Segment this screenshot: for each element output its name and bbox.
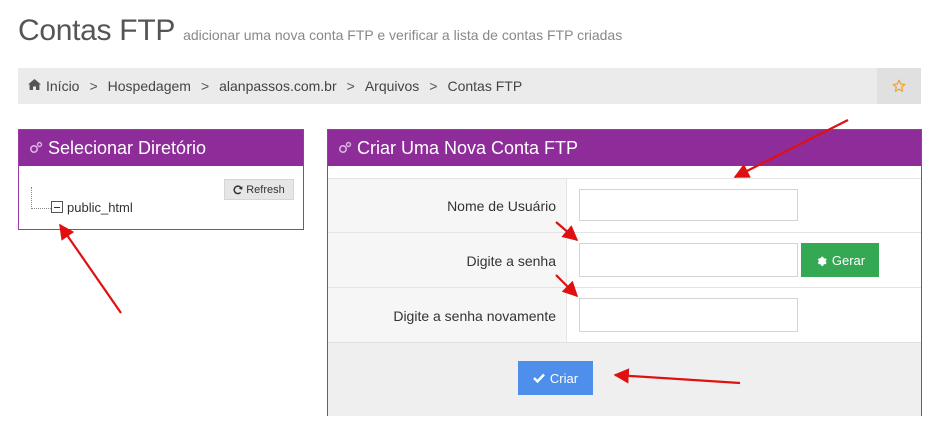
generate-label: Gerar — [831, 252, 866, 268]
breadcrumb-separator: > — [346, 78, 355, 94]
breadcrumb-separator: > — [429, 78, 438, 94]
username-input[interactable] — [579, 189, 798, 221]
breadcrumb-item-arquivos[interactable]: Arquivos — [365, 78, 419, 94]
directory-tree: public_html — [31, 187, 211, 221]
password-confirm-label: Digite a senha novamente — [328, 288, 567, 343]
home-icon — [28, 79, 41, 90]
password-row: Digite a senha Gerar — [328, 232, 921, 288]
check-icon — [533, 373, 545, 383]
breadcrumb: Início > Hospedagem > alanpassos.com.br … — [18, 68, 921, 104]
username-label: Nome de Usuário — [328, 179, 567, 233]
refresh-icon — [233, 184, 243, 194]
page-title: Contas FTP — [18, 14, 176, 47]
password-confirm-row: Digite a senha novamente — [328, 287, 921, 343]
password-confirm-input[interactable] — [579, 298, 798, 332]
star-icon — [892, 79, 906, 92]
annotation-arrow — [59, 223, 122, 314]
breadcrumb-item-contas-ftp: Contas FTP — [447, 78, 523, 94]
breadcrumb-item-inicio[interactable]: Início — [28, 78, 79, 94]
form-footer: Criar — [328, 342, 921, 416]
refresh-button[interactable]: Refresh — [224, 179, 294, 200]
create-ftp-panel-header: Criar Uma Nova Conta FTP — [328, 130, 921, 166]
create-label: Criar — [549, 370, 579, 386]
password-label: Digite a senha — [328, 233, 567, 288]
gear-icon — [817, 256, 827, 266]
directory-panel: Selecionar Diretório Refresh public_html — [18, 129, 304, 230]
breadcrumb-label: Início — [46, 78, 80, 94]
refresh-label: Refresh — [246, 183, 285, 196]
cogs-icon — [338, 141, 352, 154]
page-header: Contas FTP adicionar uma nova conta FTP … — [18, 14, 622, 48]
create-button[interactable]: Criar — [518, 361, 593, 395]
tree-node-public-html[interactable]: public_html — [67, 200, 133, 215]
collapse-toggle-icon[interactable] — [51, 201, 63, 213]
page-subtitle: adicionar uma nova conta FTP e verificar… — [183, 27, 623, 43]
breadcrumb-separator: > — [89, 78, 98, 94]
cogs-icon — [29, 141, 43, 154]
breadcrumb-separator: > — [200, 78, 210, 94]
favorite-button[interactable] — [877, 68, 921, 104]
generate-password-button[interactable]: Gerar — [801, 243, 879, 277]
breadcrumb-item-hospedagem[interactable]: Hospedagem — [108, 78, 191, 94]
directory-panel-title: Selecionar Diretório — [48, 137, 207, 158]
create-ftp-panel-title: Criar Uma Nova Conta FTP — [357, 137, 579, 158]
password-input[interactable] — [579, 243, 798, 277]
username-row: Nome de Usuário — [328, 178, 921, 233]
breadcrumb-item-domain[interactable]: alanpassos.com.br — [219, 78, 337, 94]
directory-panel-header: Selecionar Diretório — [19, 130, 303, 166]
create-ftp-panel: Criar Uma Nova Conta FTP Nome de Usuário… — [327, 129, 922, 416]
